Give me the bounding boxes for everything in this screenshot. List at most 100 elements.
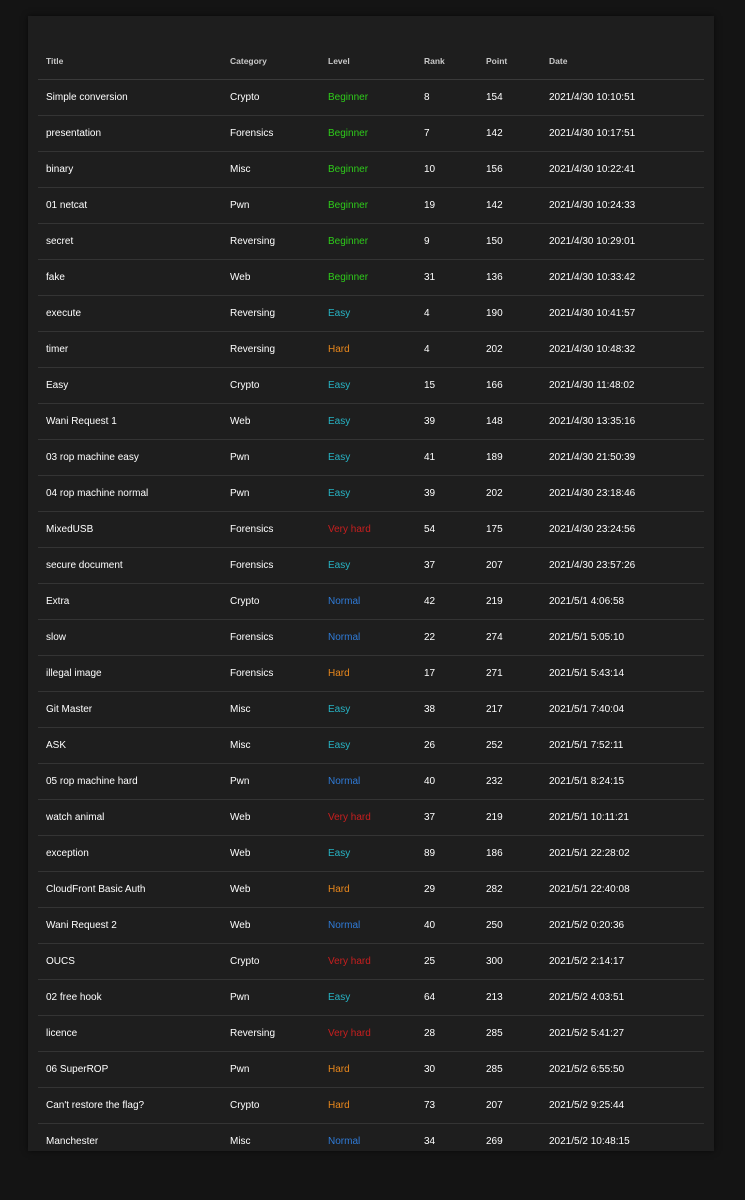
cell-level: Easy [320, 367, 416, 404]
cell-title: watch animal [38, 799, 222, 836]
table-row[interactable]: licence Reversing Very hard 28 285 2021/5/2 5… [38, 1015, 704, 1052]
table-row[interactable]: execute Reversing Easy 4 190 2021/4/30 10:41:… [38, 295, 704, 332]
cell-rank: 40 [416, 763, 478, 800]
cell-rank: 34 [424, 1136, 436, 1147]
header-rank[interactable]: Rank [416, 43, 478, 80]
cell-level: Very hard [320, 799, 416, 836]
cell-rank: 31 [416, 259, 478, 296]
cell-date: 2021/4/30 11:48:02 [541, 367, 704, 404]
table-row[interactable]: watch animal Web Very hard 37 219 2021/5/1 10… [38, 799, 704, 836]
cell-title: Wani Request 1 [38, 403, 222, 440]
cell-point: 142 [478, 115, 541, 152]
cell-point: 175 [478, 511, 541, 548]
cell-title: slow [38, 619, 222, 656]
table-row[interactable]: slow Forensics Normal 22 274 2021/5/1 5:05:10 [38, 619, 704, 656]
cell-level: Beginner [320, 259, 416, 296]
cell-point: 136 [478, 259, 541, 296]
cell-level: Easy [320, 547, 416, 584]
table-row[interactable]: Git Master Misc Easy 38 217 2021/5/1 7:40:04 [38, 691, 704, 728]
table-row[interactable]: ASK Misc Easy 26 252 2021/5/1 7:52:11 [38, 727, 704, 764]
cell-rank: 38 [416, 691, 478, 728]
cell-point: 156 [478, 151, 541, 188]
cell-date: 2021/4/30 10:48:32 [541, 331, 704, 368]
cell-level: Beginner [320, 223, 416, 260]
cell-date: 2021/4/30 10:33:42 [541, 259, 704, 296]
header-category[interactable]: Category [222, 43, 320, 80]
cell-rank: 7 [416, 115, 478, 152]
cell-title: Can't restore the flag? [38, 1087, 222, 1124]
cell-title: OUCS [38, 943, 222, 980]
table-row[interactable]: Wani Request 2 Web Normal 40 250 2021/5/2 0:2… [38, 907, 704, 944]
table-row[interactable]: secure document Forensics Easy 37 207 2021/4/… [38, 547, 704, 584]
header-title[interactable]: Title [38, 43, 222, 80]
cell-rank: 26 [416, 727, 478, 764]
cell-level: Normal [320, 763, 416, 800]
cell-rank: 19 [416, 187, 478, 224]
table-row[interactable]: 05 rop machine hard Pwn Normal 40 232 2021/5/… [38, 763, 704, 800]
table-row[interactable]: secret Reversing Beginner 9 150 2021/4/30 10:… [38, 223, 704, 260]
table-row[interactable]: Simple conversion Crypto Beginner 8 154 2021/… [38, 79, 704, 116]
cell-date: 2021/5/1 5:43:14 [541, 655, 704, 692]
table-row[interactable]: 06 SuperROP Pwn Hard 30 285 2021/5/2 6:55:50 [38, 1051, 704, 1088]
table-row[interactable]: CloudFront Basic Auth Web Hard 29 282 2021/5/… [38, 871, 704, 908]
cell-point: 202 [478, 475, 541, 512]
cell-category: Crypto [222, 943, 320, 980]
cell-point: 232 [478, 763, 541, 800]
table-row[interactable]: fake Web Beginner 31 136 2021/4/30 10:33:42 [38, 259, 704, 296]
table-row[interactable]: 04 rop machine normal Pwn Easy 39 202 2021/4/… [38, 475, 704, 512]
table-row[interactable]: Manchester Misc Normal 34 269 2021/5/2 10:48:… [38, 1124, 704, 1160]
cell-point: 142 [478, 187, 541, 224]
cell-category: Misc [222, 727, 320, 764]
table-row[interactable]: timer Reversing Hard 4 202 2021/4/30 10:48:32 [38, 331, 704, 368]
table-row[interactable]: binary Misc Beginner 10 156 2021/4/30 10:22:4… [38, 151, 704, 188]
cell-level: Beginner [320, 115, 416, 152]
cell-category: Reversing [222, 331, 320, 368]
cell-point: 252 [478, 727, 541, 764]
cell-rank: 40 [416, 907, 478, 944]
cell-level: Easy [320, 691, 416, 728]
cell-category: Web [222, 871, 320, 908]
cell-rank: 8 [416, 79, 478, 116]
table-row[interactable]: Easy Crypto Easy 15 166 2021/4/30 11:48:02 [38, 367, 704, 404]
cell-title: 03 rop machine easy [38, 439, 222, 476]
header-date[interactable]: Date [541, 43, 704, 80]
cell-category: Forensics [222, 115, 320, 152]
table-row[interactable]: Can't restore the flag? Crypto Hard 73 207 20… [38, 1087, 704, 1124]
table-row[interactable]: OUCS Crypto Very hard 25 300 2021/5/2 2:14:17 [38, 943, 704, 980]
cell-level: Normal [320, 583, 416, 620]
cell-date: 2021/5/1 7:52:11 [541, 727, 704, 764]
cell-date: 2021/4/30 10:29:01 [541, 223, 704, 260]
cell-date: 2021/5/2 9:25:44 [541, 1087, 704, 1124]
cell-point: 250 [478, 907, 541, 944]
cell-title: secret [38, 223, 222, 260]
table-row[interactable]: 02 free hook Pwn Easy 64 213 2021/5/2 4:03:51 [38, 979, 704, 1016]
cell-date: 2021/5/1 7:40:04 [541, 691, 704, 728]
table-row[interactable]: Wani Request 1 Web Easy 39 148 2021/4/30 13:3… [38, 403, 704, 440]
cell-point: 202 [478, 331, 541, 368]
cell-point: 148 [478, 403, 541, 440]
table-row[interactable]: exception Web Easy 89 186 2021/5/1 22:28:02 [38, 835, 704, 872]
cell-title: CloudFront Basic Auth [38, 871, 222, 908]
cell-rank: 42 [416, 583, 478, 620]
cell-title: exception [38, 835, 222, 872]
cell-date: 2021/5/2 2:14:17 [541, 943, 704, 980]
table-row[interactable]: illegal image Forensics Hard 17 271 2021/5/1 … [38, 655, 704, 692]
table-row[interactable]: 03 rop machine easy Pwn Easy 41 189 2021/4/30… [38, 439, 704, 476]
cell-title: Git Master [38, 691, 222, 728]
table-row[interactable]: Extra Crypto Normal 42 219 2021/5/1 4:06:58 [38, 583, 704, 620]
cell-date: 2021/4/30 10:24:33 [541, 187, 704, 224]
cell-rank: 10 [416, 151, 478, 188]
table-row[interactable]: MixedUSB Forensics Very hard 54 175 2021/4/30… [38, 511, 704, 548]
cell-rank: 64 [416, 979, 478, 1016]
cell-category: Web [222, 403, 320, 440]
header-level[interactable]: Level [320, 43, 416, 80]
cell-title: 04 rop machine normal [38, 475, 222, 512]
cell-category: Crypto [222, 1087, 320, 1124]
table-row[interactable]: presentation Forensics Beginner 7 142 2021/4/… [38, 115, 704, 152]
cell-title: presentation [38, 115, 222, 152]
cell-date: 2021/4/30 21:50:39 [541, 439, 704, 476]
header-point[interactable]: Point [478, 43, 541, 80]
cell-title: 06 SuperROP [38, 1051, 222, 1088]
table-row[interactable]: 01 netcat Pwn Beginner 19 142 2021/4/30 10:24… [38, 187, 704, 224]
cell-level: Normal [320, 907, 416, 944]
